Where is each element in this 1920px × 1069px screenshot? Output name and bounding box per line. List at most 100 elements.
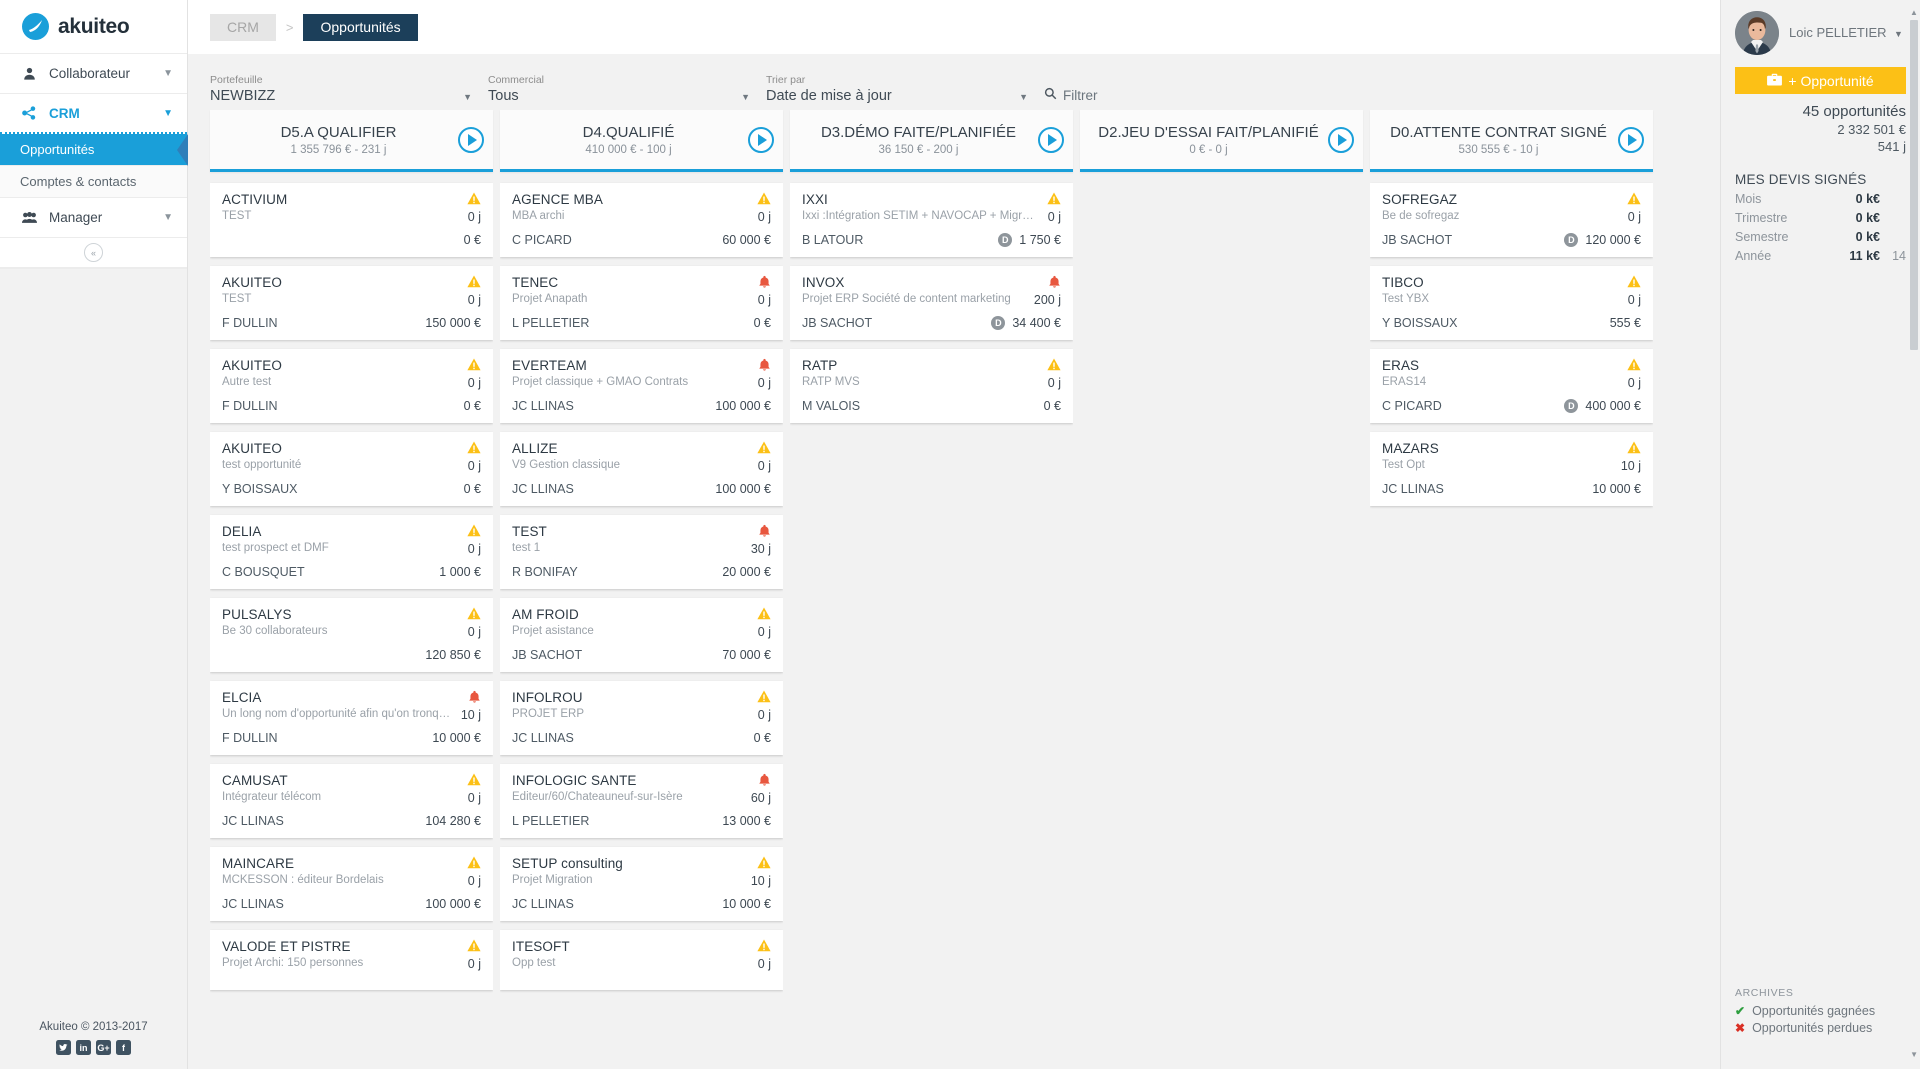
- opportunity-card[interactable]: AM FROID Projet asistance 0 j JB SACHOT 70 0…: [500, 598, 783, 672]
- chevron-double-left-icon[interactable]: «: [84, 243, 103, 262]
- column-subtitle: 410 000 € - 100 j: [585, 143, 672, 156]
- card-desc-row: V9 Gestion classique 0 j: [512, 459, 771, 473]
- sidebar-item-collaborateur[interactable]: Collaborateur ▼: [0, 54, 187, 94]
- chevron-down-icon: ▼: [463, 92, 472, 102]
- google-plus-icon[interactable]: G+: [96, 1040, 111, 1055]
- sidebar-item-crm[interactable]: CRM ▼: [0, 94, 187, 134]
- add-opportunity-button[interactable]: + Opportunité: [1735, 67, 1906, 94]
- column-header: D0.ATTENTE CONTRAT SIGNÉ 530 555 € - 10 j: [1370, 110, 1653, 172]
- card-description: Test Opt: [1382, 459, 1425, 471]
- card-owner-row: C PICARD 60 000 €: [512, 233, 771, 247]
- opportunity-card[interactable]: DELIA test prospect et DMF 0 j C BOUSQUET 1 …: [210, 515, 493, 589]
- archives-item-gagnees[interactable]: ✔ Opportunités gagnées: [1735, 1004, 1907, 1018]
- filter-button[interactable]: Filtrer: [1044, 87, 1098, 104]
- sidebar-item-manager[interactable]: Manager ▼: [0, 198, 187, 238]
- card-owner: F DULLIN: [222, 731, 278, 745]
- opportunity-card[interactable]: AKUITEO TEST 0 j F DULLIN 150 000 €: [210, 266, 493, 340]
- column-header: D5.A QUALIFIER 1 355 796 € - 231 j: [210, 110, 493, 172]
- play-circle-icon[interactable]: [458, 126, 484, 153]
- opportunity-card[interactable]: TEST test 1 30 j R BONIFAY 20 000 €: [500, 515, 783, 589]
- opportunity-card[interactable]: IXXI Ixxi :Intégration SETIM + NAVOCAP + …: [790, 183, 1073, 257]
- opportunity-card[interactable]: INFOLROU PROJET ERP 0 j JC LLINAS 0 €: [500, 681, 783, 755]
- opportunity-card[interactable]: AKUITEO Autre test 0 j F DULLIN 0 €: [210, 349, 493, 423]
- opportunity-card[interactable]: RATP RATP MVS 0 j M VALOIS 0 €: [790, 349, 1073, 423]
- card-amount: 104 280 €: [425, 814, 481, 828]
- opportunity-card[interactable]: TENEC Projet Anapath 0 j L PELLETIER 0 €: [500, 266, 783, 340]
- opportunity-card[interactable]: SOFREGAZ Be de sofregaz 0 j JB SACHOT D 120 0…: [1370, 183, 1653, 257]
- opportunity-card[interactable]: ELCIA Un long nom d'opportunité afin qu'o…: [210, 681, 493, 755]
- opportunity-card[interactable]: CAMUSAT Intégrateur télécom 0 j JC LLINAS 10…: [210, 764, 493, 838]
- page-scrollbar[interactable]: ▲: [1910, 8, 1918, 1043]
- opportunity-card[interactable]: VALODE ET PISTRE Projet Archi: 150 person…: [210, 930, 493, 990]
- card-desc-row: Be 30 collaborateurs 0 j: [222, 625, 481, 639]
- card-owner-row: JB SACHOT 70 000 €: [512, 648, 771, 662]
- card-amount-group: D 1 750 €: [998, 233, 1061, 247]
- archives-item-perdues[interactable]: ✖ Opportunités perdues: [1735, 1021, 1907, 1035]
- opportunity-card[interactable]: EVERTEAM Projet classique + GMAO Contrats…: [500, 349, 783, 423]
- card-title: AM FROID: [512, 607, 579, 622]
- archives-title: ARCHIVES: [1735, 987, 1794, 999]
- user-menu[interactable]: Loic PELLETIER ▼: [1735, 0, 1906, 55]
- portefeuille-select[interactable]: Portefeuille NEWBIZZ ▼: [210, 74, 488, 104]
- opportunity-card[interactable]: INVOX Projet ERP Société de content marke…: [790, 266, 1073, 340]
- play-circle-icon[interactable]: [748, 126, 774, 153]
- opportunity-card[interactable]: ITESOFT Opp test 0 j: [500, 930, 783, 990]
- opportunity-count: 45 opportunités: [1802, 103, 1906, 120]
- card-days: 0 j: [757, 459, 771, 473]
- scrollbar-thumb[interactable]: [1910, 20, 1918, 350]
- copyright-text: Akuiteo © 2013-2017: [39, 1021, 148, 1033]
- trier-par-value: Date de mise à jour: [766, 88, 892, 104]
- card-amount: 10 000 €: [722, 897, 771, 911]
- archives-section: ARCHIVES ✔ Opportunités gagnées ✖ Opport…: [1735, 987, 1907, 1035]
- play-circle-icon[interactable]: [1328, 126, 1354, 153]
- card-desc-row: Projet Anapath 0 j: [512, 293, 771, 307]
- play-circle-icon[interactable]: [1038, 126, 1064, 153]
- devis-value: 0 k€: [1855, 230, 1880, 244]
- opportunity-card[interactable]: AKUITEO test opportunité 0 j Y BOISSAUX 0 €: [210, 432, 493, 506]
- card-amount: 60 000 €: [722, 233, 771, 247]
- scroll-up-icon[interactable]: ▲: [1910, 8, 1918, 17]
- sidebar-item-comptes-contacts[interactable]: Comptes & contacts: [0, 166, 187, 198]
- card-owner-row: F DULLIN 150 000 €: [222, 316, 481, 330]
- warning-icon: [757, 690, 771, 703]
- sidebar-item-opportunites[interactable]: Opportunités: [0, 134, 188, 166]
- card-days: 0 j: [1047, 376, 1061, 390]
- check-icon: ✔: [1735, 1004, 1746, 1018]
- opportunity-card[interactable]: INFOLOGIC SANTE Editeur/60/Chateauneuf-su…: [500, 764, 783, 838]
- card-amount: 100 000 €: [425, 897, 481, 911]
- card-description: Projet Archi: 150 personnes: [222, 957, 364, 969]
- app-logo[interactable]: akuiteo: [0, 0, 187, 54]
- opportunity-card[interactable]: ACTIVIUM TEST 0 j 0 €: [210, 183, 493, 257]
- opportunity-card[interactable]: SETUP consulting Projet Migration 10 j JC L…: [500, 847, 783, 921]
- user-icon: [20, 67, 38, 80]
- card-desc-row: test opportunité 0 j: [222, 459, 481, 473]
- warning-icon: [467, 441, 481, 454]
- opportunity-card[interactable]: AGENCE MBA MBA archi 0 j C PICARD 60 000 €: [500, 183, 783, 257]
- opportunity-card[interactable]: ALLIZE V9 Gestion classique 0 j JC LLINAS 10…: [500, 432, 783, 506]
- linkedin-icon[interactable]: in: [76, 1040, 91, 1055]
- chevron-down-icon: ▼: [1019, 92, 1028, 102]
- scroll-down-icon[interactable]: ▼: [1910, 1050, 1918, 1059]
- card-desc-row: PROJET ERP 0 j: [512, 708, 771, 722]
- opportunity-card[interactable]: ERAS ERAS14 0 j C PICARD D 400 000 €: [1370, 349, 1653, 423]
- trier-par-select[interactable]: Trier par Date de mise à jour ▼: [766, 74, 1044, 104]
- column-subtitle: 36 150 € - 200 j: [878, 143, 959, 156]
- breadcrumb-crm[interactable]: CRM: [210, 13, 276, 41]
- app-root: akuiteo Collaborateur ▼ CRM ▼ Opportunit…: [0, 0, 1920, 1069]
- twitter-icon[interactable]: [56, 1040, 71, 1055]
- card-days: 0 j: [757, 708, 771, 722]
- card-desc-row: TEST 0 j: [222, 210, 481, 224]
- opportunity-card[interactable]: MAINCARE MCKESSON : éditeur Bordelais 0 j J…: [210, 847, 493, 921]
- card-title-row: PULSALYS: [222, 607, 481, 622]
- column-header: D2.JEU D'ESSAI FAIT/PLANIFIÉ 0 € - 0 j: [1080, 110, 1363, 172]
- commercial-label: Commercial: [488, 74, 545, 86]
- facebook-icon[interactable]: f: [116, 1040, 131, 1055]
- breadcrumb-opportunites[interactable]: Opportunités: [303, 13, 418, 41]
- commercial-select[interactable]: Commercial Tous ▼: [488, 74, 766, 104]
- opportunity-card[interactable]: MAZARS Test Opt 10 j JC LLINAS 10 000 €: [1370, 432, 1653, 506]
- opportunity-card[interactable]: PULSALYS Be 30 collaborateurs 0 j 120 850 €: [210, 598, 493, 672]
- card-description: Projet asistance: [512, 625, 594, 637]
- card-desc-row: MCKESSON : éditeur Bordelais 0 j: [222, 874, 481, 888]
- opportunity-card[interactable]: TIBCO Test YBX 0 j Y BOISSAUX 555 €: [1370, 266, 1653, 340]
- play-circle-icon[interactable]: [1618, 126, 1644, 153]
